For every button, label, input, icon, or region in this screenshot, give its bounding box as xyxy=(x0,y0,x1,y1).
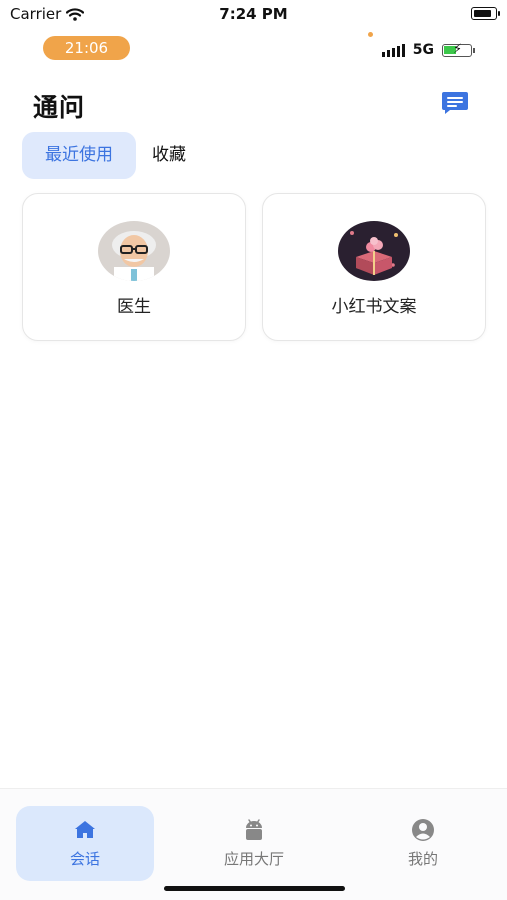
app-card-doctor[interactable]: 医生 xyxy=(22,193,246,341)
nav-label: 我的 xyxy=(407,850,438,868)
ios-clock: 7:24 PM xyxy=(219,5,288,23)
device-time-pill: 21:06 xyxy=(43,36,130,60)
nav-chat[interactable]: 会话 xyxy=(16,806,154,881)
user-icon xyxy=(412,819,434,841)
nav-label: 会话 xyxy=(69,850,100,868)
page-title: 通问 xyxy=(33,93,86,122)
ios-status-bar: Carrier 7:24 PM xyxy=(0,0,507,28)
home-icon xyxy=(75,821,95,838)
nav-label: 应用大厅 xyxy=(223,850,284,868)
doctor-avatar xyxy=(98,221,170,281)
charging-battery-icon: ⚡ xyxy=(442,42,475,57)
battery-icon xyxy=(471,7,500,20)
nav-me[interactable]: 我的 xyxy=(354,806,492,881)
notification-dot xyxy=(368,32,373,37)
home-indicator xyxy=(164,886,345,891)
gift-box-avatar xyxy=(338,221,410,281)
bottom-nav: 会话 应用大厅 我的 xyxy=(0,788,507,900)
nav-app-hall[interactable]: 应用大厅 xyxy=(185,806,323,881)
network-label: 5G xyxy=(412,42,434,58)
signal-icon xyxy=(381,43,405,57)
app-card-xiaohongshu[interactable]: 小红书文案 xyxy=(262,193,486,341)
app-card-label: 小红书文案 xyxy=(331,297,417,317)
tab-favorites[interactable]: 收藏 xyxy=(152,132,186,179)
app-card-label: 医生 xyxy=(117,297,151,317)
android-icon xyxy=(246,819,262,840)
device-status-icons: 5G ⚡ xyxy=(381,42,475,58)
tab-recent[interactable]: 最近使用 xyxy=(22,132,136,179)
message-icon[interactable] xyxy=(441,90,469,116)
